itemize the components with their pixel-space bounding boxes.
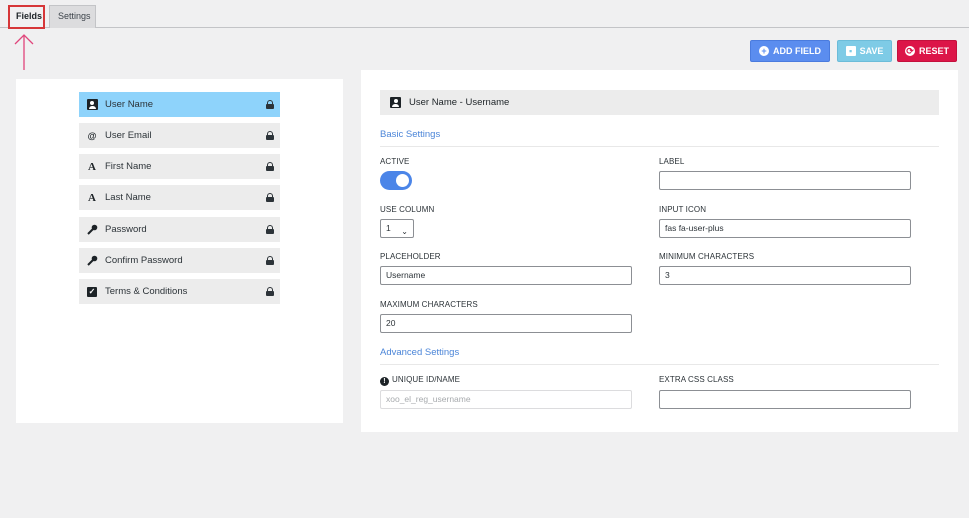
reset-label: RESET (918, 46, 949, 56)
floppy-disk-icon: ▪ (845, 46, 856, 56)
placeholder-label: PLACEHOLDER (380, 252, 441, 261)
label-input[interactable] (659, 171, 911, 190)
user-icon (390, 97, 401, 108)
field-item-label: Password (105, 224, 147, 235)
field-editor-panel: User Name - Username Basic Settings ACTI… (361, 70, 958, 432)
sync-icon: ⟳ (904, 45, 915, 56)
editor-header-title: User Name - Username (409, 97, 510, 108)
section-divider (380, 146, 939, 147)
field-item-label: User Email (105, 130, 152, 141)
key-icon (86, 224, 98, 236)
field-item-first-name[interactable]: A First Name (79, 154, 280, 179)
info-icon[interactable]: ! (380, 377, 389, 386)
tab-settings[interactable]: Settings (49, 5, 96, 28)
lock-icon (266, 162, 274, 171)
field-item-password[interactable]: Password (79, 217, 280, 242)
lock-icon (266, 131, 274, 140)
plus-circle-icon: + (759, 46, 769, 56)
max-chars-label: MAXIMUM CHARACTERS (380, 300, 478, 309)
extra-css-input[interactable] (659, 390, 911, 409)
chevron-down-icon: ⌄ (401, 227, 408, 236)
user-icon (86, 99, 98, 111)
section-divider (380, 364, 939, 365)
lock-icon (266, 225, 274, 234)
unique-id-input[interactable]: xoo_el_reg_username (380, 390, 632, 409)
editor-header: User Name - Username (380, 90, 939, 115)
active-label: ACTIVE (380, 157, 410, 166)
min-chars-input[interactable]: 3 (659, 266, 911, 285)
up-arrow-icon (14, 34, 34, 70)
field-item-user-email[interactable]: @ User Email (79, 123, 280, 148)
toggle-knob (396, 174, 409, 187)
save-button[interactable]: ▪ SAVE (837, 40, 892, 62)
add-field-button[interactable]: + ADD FIELD (750, 40, 830, 62)
use-column-select[interactable]: 1 ⌄ (380, 219, 414, 238)
tab-fields[interactable]: Fields (8, 5, 45, 29)
field-item-label: Confirm Password (105, 255, 183, 266)
field-item-label: Last Name (105, 192, 151, 203)
field-item-confirm-password[interactable]: Confirm Password (79, 248, 280, 273)
field-item-last-name[interactable]: A Last Name (79, 185, 280, 210)
field-item-label: User Name (105, 99, 154, 110)
font-icon: A (88, 191, 96, 204)
field-item-label: Terms & Conditions (105, 286, 188, 297)
use-column-value: 1 (386, 223, 391, 233)
unique-id-label: UNIQUE ID/NAME (392, 375, 461, 384)
active-toggle[interactable] (380, 171, 412, 190)
field-list-panel: User Name @ User Email A First Name A La… (16, 79, 343, 423)
input-icon-label: INPUT ICON (659, 205, 707, 214)
lock-icon (266, 193, 274, 202)
field-item-label: First Name (105, 161, 152, 172)
field-item-user-name[interactable]: User Name (79, 92, 280, 117)
reset-button[interactable]: ⟳ RESET (897, 40, 957, 62)
input-icon-field[interactable]: fas fa-user-plus (659, 219, 911, 238)
key-icon (86, 255, 98, 267)
extra-css-label: EXTRA CSS CLASS (659, 375, 734, 384)
advanced-settings-title: Advanced Settings (380, 347, 460, 358)
label-label: LABEL (659, 157, 685, 166)
max-chars-input[interactable]: 20 (380, 314, 632, 333)
checkbox-icon: ✓ (87, 286, 97, 297)
unique-id-label-row: ! UNIQUE ID/NAME (380, 375, 460, 386)
lock-icon (266, 287, 274, 296)
basic-settings-title: Basic Settings (380, 129, 441, 140)
lock-icon (266, 100, 274, 109)
at-icon: @ (87, 130, 97, 141)
save-label: SAVE (859, 46, 884, 56)
use-column-label: USE COLUMN (380, 205, 435, 214)
placeholder-input[interactable]: Username (380, 266, 632, 285)
lock-icon (266, 256, 274, 265)
min-chars-label: MINIMUM CHARACTERS (659, 252, 755, 261)
field-item-terms-conditions[interactable]: ✓ Terms & Conditions (79, 279, 280, 304)
tab-bar: Fields Settings (0, 0, 969, 29)
add-field-label: ADD FIELD (773, 46, 821, 56)
font-icon: A (88, 160, 96, 173)
